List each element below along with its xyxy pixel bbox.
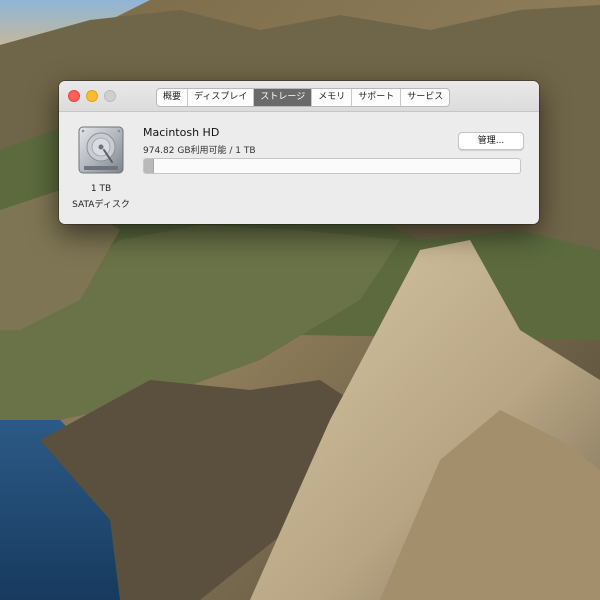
- hard-drive-icon: [78, 126, 124, 174]
- tab-storage[interactable]: ストレージ: [254, 89, 313, 106]
- tab-bar: 概要 ディスプレイ ストレージ メモリ サポート サービス: [156, 88, 451, 107]
- about-this-mac-window: 概要 ディスプレイ ストレージ メモリ サポート サービス 1 TB SATAデ…: [59, 81, 539, 224]
- manage-button[interactable]: 管理...: [458, 132, 524, 150]
- minimize-window-button[interactable]: [86, 90, 98, 102]
- tab-overview[interactable]: 概要: [157, 89, 189, 106]
- zoom-window-button: [104, 90, 116, 102]
- disk-capacity-label: 1 TB: [90, 184, 112, 194]
- disk-name: Macintosh HD: [143, 126, 220, 139]
- storage-used-segment: [144, 159, 155, 173]
- close-window-button[interactable]: [68, 90, 80, 102]
- tab-memory[interactable]: メモリ: [312, 89, 353, 106]
- tab-displays[interactable]: ディスプレイ: [188, 89, 255, 106]
- tab-service[interactable]: サービス: [401, 89, 449, 106]
- storage-panel: 1 TB SATAディスク Macintosh HD 974.82 GB利用可能…: [59, 112, 539, 224]
- storage-usage-bar: [143, 158, 521, 174]
- disk-type-label: SATAディスク: [72, 200, 130, 210]
- tab-support[interactable]: サポート: [352, 89, 402, 106]
- disk-usage-text: 974.82 GB利用可能 / 1 TB: [143, 146, 256, 156]
- title-bar[interactable]: 概要 ディスプレイ ストレージ メモリ サポート サービス: [59, 81, 539, 112]
